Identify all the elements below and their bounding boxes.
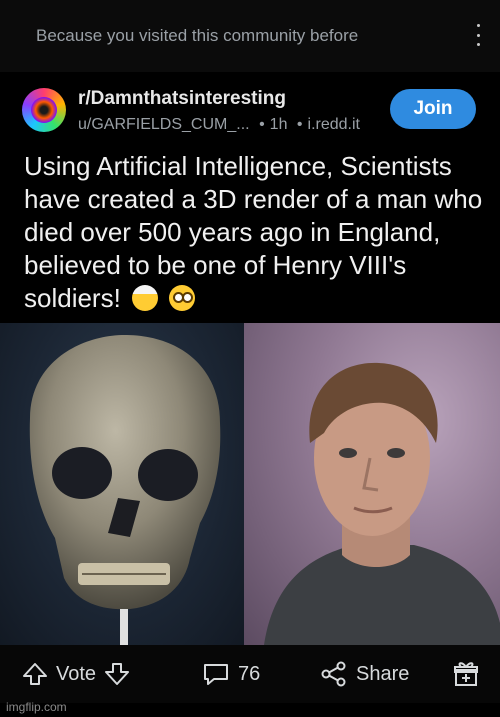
more-options-icon[interactable] — [472, 24, 484, 46]
post-age: 1h — [269, 116, 288, 133]
face-illustration — [264, 362, 500, 645]
rendered-face-photo — [244, 323, 500, 645]
vote-label: Vote — [56, 662, 97, 685]
post-domain[interactable]: i.redd.it — [308, 116, 360, 133]
flushed-emoji-icon — [169, 285, 196, 311]
comments-button[interactable]: 76 — [202, 661, 268, 687]
comment-count: 76 — [238, 662, 261, 685]
post-meta: u/GARFIELDS_CUM_... • 1h • i.redd.it — [78, 116, 360, 134]
meta-separator: • — [296, 116, 303, 133]
vote-group: Vote — [22, 661, 130, 687]
post-header: r/Damnthatsinteresting u/GARFIELDS_CUM_.… — [0, 72, 500, 142]
share-label: Share — [356, 662, 410, 685]
share-icon — [321, 661, 346, 687]
upvote-icon[interactable] — [22, 661, 48, 687]
recommendation-reason: Because you visited this community befor… — [36, 26, 359, 45]
post-image[interactable] — [0, 323, 500, 645]
share-button[interactable]: Share — [320, 661, 417, 687]
mind-blown-emoji-icon — [132, 285, 159, 311]
gift-icon — [454, 662, 478, 686]
join-button[interactable]: Join — [390, 89, 476, 129]
skull-photo — [0, 323, 244, 645]
post-action-bar: Vote 76 Share — [0, 645, 500, 703]
comment-icon — [204, 664, 228, 685]
post-title-block[interactable]: Using Artificial Intelligence, Scientist… — [24, 150, 484, 315]
meta-separator: • — [259, 116, 265, 133]
watermark: imgflip.com — [6, 700, 67, 714]
author-name[interactable]: u/GARFIELDS_CUM_... — [78, 116, 250, 133]
recommendation-banner: Because you visited this community befor… — [0, 0, 500, 72]
award-button[interactable] — [452, 661, 480, 687]
downvote-icon[interactable] — [104, 661, 130, 687]
skull-illustration — [29, 335, 221, 645]
subreddit-name[interactable]: r/Damnthatsinteresting — [78, 88, 286, 110]
subreddit-avatar[interactable] — [22, 88, 66, 132]
post-title: Using Artificial Intelligence, Scientist… — [24, 151, 483, 313]
